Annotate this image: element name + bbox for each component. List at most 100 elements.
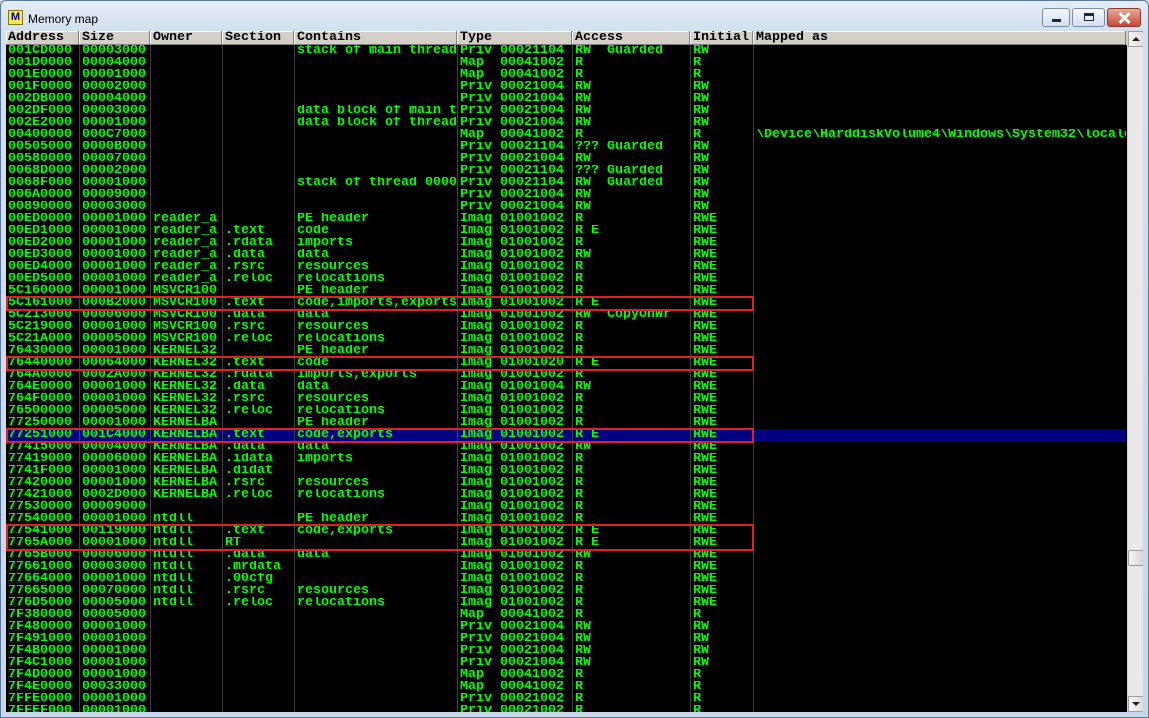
cell-address[interactable]: 77661000	[6, 561, 79, 573]
cell-access[interactable]: RW	[572, 633, 690, 645]
cell-contains[interactable]	[294, 657, 457, 669]
cell-owner[interactable]	[150, 141, 222, 153]
cell-initial[interactable]: RW	[690, 93, 753, 105]
cell-initial[interactable]: RWE	[690, 261, 753, 273]
cell-section[interactable]: .rdata	[222, 369, 294, 381]
cell-owner[interactable]	[150, 57, 222, 69]
cell-type[interactable]: Priv 00021004	[457, 657, 572, 669]
memory-row[interactable]: 002E2000 00001000 data block of thread Priv…	[6, 117, 1126, 129]
cell-type[interactable]: Imag 01001002	[457, 417, 572, 429]
cell-mapped-as[interactable]	[753, 525, 1126, 537]
memory-row[interactable]: 00ED0000 00001000 reader_a PE header Imag 01…	[6, 213, 1126, 225]
cell-address[interactable]: 77421000	[6, 489, 79, 501]
cell-section[interactable]: .rsrc	[222, 393, 294, 405]
memory-row[interactable]: 5C213000 00006000 MSVCR100 .data data Imag 01…	[6, 309, 1126, 321]
cell-size[interactable]: 00001000	[79, 285, 150, 297]
memory-row[interactable]: 77540000 00001000 ntdll PE header Imag 01001…	[6, 513, 1126, 525]
column-header-mapped-as[interactable]: Mapped as	[753, 31, 1126, 45]
cell-size[interactable]: 00005000	[79, 333, 150, 345]
cell-initial[interactable]: RWE	[690, 381, 753, 393]
cell-initial[interactable]: RW	[690, 645, 753, 657]
cell-initial[interactable]: RWE	[690, 333, 753, 345]
cell-address[interactable]: 00505000	[6, 141, 79, 153]
cell-mapped-as[interactable]	[753, 621, 1126, 633]
cell-mapped-as[interactable]	[753, 477, 1126, 489]
cell-section[interactable]: .rdata	[222, 237, 294, 249]
cell-access[interactable]: RW	[572, 189, 690, 201]
memory-row[interactable]: 77665000 00070000 ntdll .rsrc resources Imag …	[6, 585, 1126, 597]
cell-address[interactable]: 7F480000	[6, 621, 79, 633]
cell-mapped-as[interactable]	[753, 513, 1126, 525]
cell-type[interactable]: Map 00041002	[457, 669, 572, 681]
cell-owner[interactable]	[150, 117, 222, 129]
cell-address[interactable]: 002E2000	[6, 117, 79, 129]
cell-initial[interactable]: RWE	[690, 225, 753, 237]
cell-contains[interactable]: stack of main thread	[294, 45, 457, 57]
memory-row[interactable]: 77250000 00001000 KERNELBA PE header Imag 01…	[6, 417, 1126, 429]
cell-type[interactable]: Imag 01001002	[457, 333, 572, 345]
cell-initial[interactable]: RW	[690, 621, 753, 633]
column-header-size[interactable]: Size	[79, 31, 150, 45]
memory-row[interactable]: 00505000 0000B000 Priv 00021104??? Guarded…	[6, 141, 1126, 153]
cell-owner[interactable]: KERNELBA	[150, 489, 222, 501]
cell-address[interactable]: 764F0000	[6, 393, 79, 405]
cell-access[interactable]: R	[572, 393, 690, 405]
cell-address[interactable]: 7FFE0000	[6, 693, 79, 705]
cell-owner[interactable]	[150, 645, 222, 657]
cell-owner[interactable]	[150, 609, 222, 621]
cell-address[interactable]: 00ED0000	[6, 213, 79, 225]
cell-mapped-as[interactable]	[753, 369, 1126, 381]
cell-size[interactable]: 00006000	[79, 453, 150, 465]
cell-section[interactable]	[222, 117, 294, 129]
maximize-button[interactable]	[1072, 8, 1105, 27]
memory-row[interactable]: 7F4C1000 00001000 Priv 00021004 RW RW	[6, 657, 1126, 669]
cell-mapped-as[interactable]	[753, 57, 1126, 69]
cell-owner[interactable]: reader_a	[150, 237, 222, 249]
cell-size[interactable]: 000C7000	[79, 129, 150, 141]
memory-row[interactable]: 7765A000 00001000 ntdll RT Imag 01001002 R ER…	[6, 537, 1126, 549]
cell-mapped-as[interactable]	[753, 537, 1126, 549]
cell-type[interactable]: Priv 00021004	[457, 621, 572, 633]
cell-contains[interactable]: resources	[294, 585, 457, 597]
cell-address[interactable]: 77541000	[6, 525, 79, 537]
cell-type[interactable]: Imag 01001002	[457, 285, 572, 297]
cell-mapped-as[interactable]	[753, 633, 1126, 645]
cell-section[interactable]: .00cfg	[222, 573, 294, 585]
cell-type[interactable]: Map 00041002	[457, 681, 572, 693]
memory-row[interactable]: 77421000 0002D000 KERNELBA .reloc relocation…	[6, 489, 1126, 501]
cell-section[interactable]	[222, 501, 294, 513]
cell-mapped-as[interactable]	[753, 597, 1126, 609]
memory-row[interactable]: 77419000 00006000 KERNELBA .idata imports Ima…	[6, 453, 1126, 465]
cell-address[interactable]: 00ED1000	[6, 225, 79, 237]
cell-mapped-as[interactable]	[753, 669, 1126, 681]
cell-address[interactable]: 5C219000	[6, 321, 79, 333]
cell-initial[interactable]: R	[690, 129, 753, 141]
cell-contains[interactable]	[294, 465, 457, 477]
cell-mapped-as[interactable]	[753, 309, 1126, 321]
cell-initial[interactable]: RWE	[690, 429, 753, 441]
cell-address[interactable]: 0068F000	[6, 177, 79, 189]
cell-address[interactable]: 5C21A000	[6, 333, 79, 345]
cell-owner[interactable]	[150, 69, 222, 81]
cell-address[interactable]: 7765B000	[6, 549, 79, 561]
cell-contains[interactable]	[294, 189, 457, 201]
cell-section[interactable]: .idata	[222, 453, 294, 465]
cell-contains[interactable]	[294, 93, 457, 105]
cell-owner[interactable]	[150, 621, 222, 633]
cell-owner[interactable]: KERNEL32	[150, 345, 222, 357]
cell-section[interactable]	[222, 621, 294, 633]
cell-contains[interactable]	[294, 573, 457, 585]
cell-section[interactable]	[222, 513, 294, 525]
cell-address[interactable]: 77665000	[6, 585, 79, 597]
cell-address[interactable]: 77420000	[6, 477, 79, 489]
cell-owner[interactable]	[150, 669, 222, 681]
cell-size[interactable]: 00001000	[79, 621, 150, 633]
cell-type[interactable]: Imag 01001002	[457, 249, 572, 261]
cell-mapped-as[interactable]	[753, 105, 1126, 117]
cell-access[interactable]: R E	[572, 429, 690, 441]
cell-owner[interactable]: MSVCR100	[150, 297, 222, 309]
memory-row[interactable]: 5C21A000 00005000 MSVCR100 .reloc relocation…	[6, 333, 1126, 345]
cell-initial[interactable]: RW	[690, 165, 753, 177]
cell-section[interactable]: RT	[222, 537, 294, 549]
cell-size[interactable]: 00007000	[79, 153, 150, 165]
